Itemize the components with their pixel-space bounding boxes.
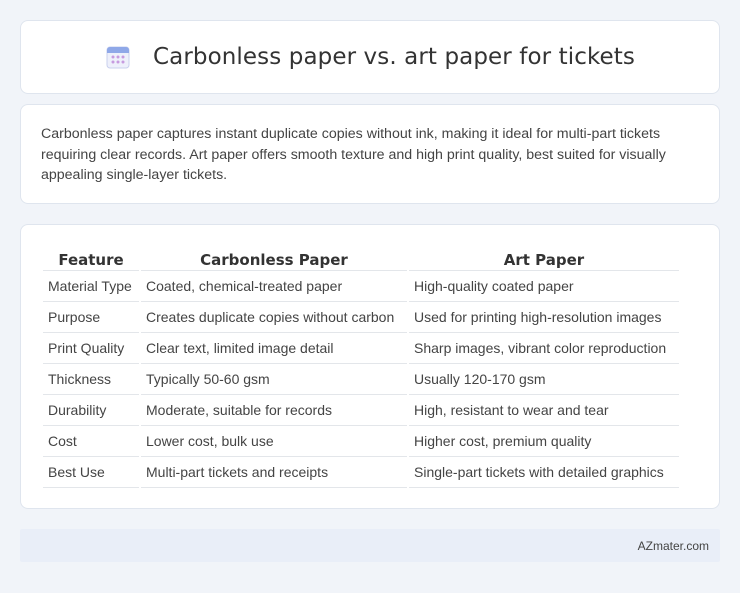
table-cell: Best Use xyxy=(43,457,139,488)
table-row: Thickness Typically 50-60 gsm Usually 12… xyxy=(43,364,679,395)
table-cell: Creates duplicate copies without carbon xyxy=(141,302,407,333)
column-header-art: Art Paper xyxy=(409,245,679,271)
table-cell: Durability xyxy=(43,395,139,426)
table-cell: Thickness xyxy=(43,364,139,395)
table-cell: Print Quality xyxy=(43,333,139,364)
comparison-table: Feature Carbonless Paper Art Paper Mater… xyxy=(41,245,681,488)
table-cell: Coated, chemical-treated paper xyxy=(141,271,407,302)
table-cell: Used for printing high-resolution images xyxy=(409,302,679,333)
table-cell: Sharp images, vibrant color reproduction xyxy=(409,333,679,364)
table-row: Material Type Coated, chemical-treated p… xyxy=(43,271,679,302)
table-cell: Clear text, limited image detail xyxy=(141,333,407,364)
table-cell: Usually 120-170 gsm xyxy=(409,364,679,395)
footer-brand-link[interactable]: AZmater.com xyxy=(638,539,709,553)
table-cell: Lower cost, bulk use xyxy=(141,426,407,457)
table-row: Purpose Creates duplicate copies without… xyxy=(43,302,679,333)
table-cell: Material Type xyxy=(43,271,139,302)
table-cell: High-quality coated paper xyxy=(409,271,679,302)
column-header-carbonless: Carbonless Paper xyxy=(141,245,407,271)
table-row: Print Quality Clear text, limited image … xyxy=(43,333,679,364)
table-row: Cost Lower cost, bulk use Higher cost, p… xyxy=(43,426,679,457)
intro-text: Carbonless paper captures instant duplic… xyxy=(41,126,666,183)
table-cell: Multi-part tickets and receipts xyxy=(141,457,407,488)
comparison-table-card: Feature Carbonless Paper Art Paper Mater… xyxy=(20,224,720,509)
table-header-row: Feature Carbonless Paper Art Paper xyxy=(43,245,679,271)
table-cell: Typically 50-60 gsm xyxy=(141,364,407,395)
table-cell: Purpose xyxy=(43,302,139,333)
table-cell: Moderate, suitable for records xyxy=(141,395,407,426)
calendar-icon xyxy=(105,44,131,70)
table-cell: High, resistant to wear and tear xyxy=(409,395,679,426)
column-header-feature: Feature xyxy=(43,245,139,271)
table-cell: Higher cost, premium quality xyxy=(409,426,679,457)
intro-card: Carbonless paper captures instant duplic… xyxy=(20,104,720,204)
footer-bar: AZmater.com xyxy=(20,529,720,562)
table-row: Best Use Multi-part tickets and receipts… xyxy=(43,457,679,488)
table-cell: Cost xyxy=(43,426,139,457)
page-title: Carbonless paper vs. art paper for ticke… xyxy=(152,44,636,70)
table-row: Durability Moderate, suitable for record… xyxy=(43,395,679,426)
table-cell: Single-part tickets with detailed graphi… xyxy=(409,457,679,488)
title-card: Carbonless paper vs. art paper for ticke… xyxy=(20,20,720,94)
